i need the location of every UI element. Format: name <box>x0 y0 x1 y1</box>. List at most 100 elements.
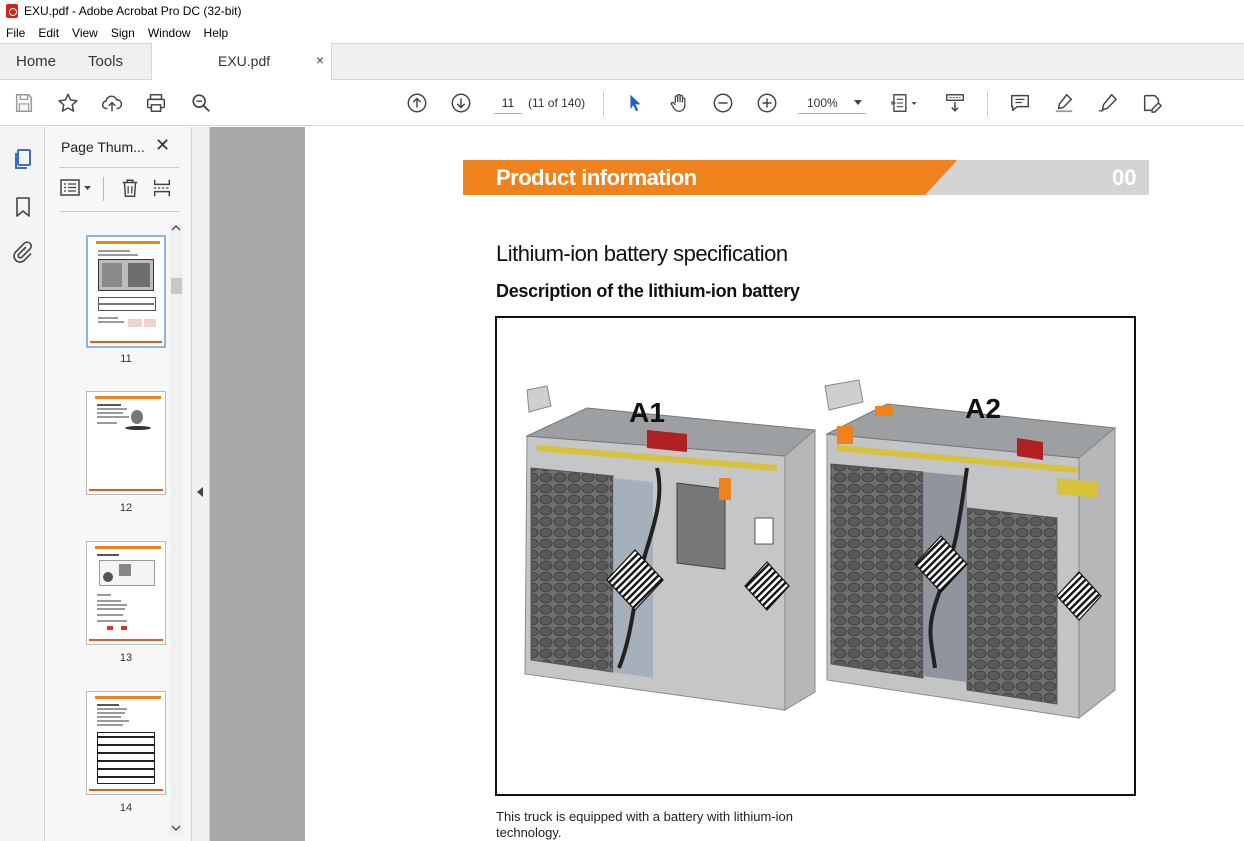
page-heading: Lithium-ion battery specification <box>496 241 788 266</box>
pdf-page: Product information 00 Lithium-ion batte… <box>305 127 1244 841</box>
zoom-in-button[interactable] <box>754 90 780 116</box>
bookmark-star-button[interactable] <box>55 90 81 116</box>
thumb-header-bar <box>95 396 161 399</box>
thumbnail-options-button[interactable] <box>59 177 99 201</box>
options-list-icon <box>60 179 91 196</box>
panel-divider <box>59 167 179 168</box>
connector-orange <box>837 426 853 444</box>
next-page-button[interactable] <box>448 90 474 116</box>
scrollbar-thumb[interactable] <box>171 278 182 294</box>
label-a2: A2 <box>965 393 1001 424</box>
thumb-footer-bar <box>89 639 163 641</box>
minus-circle-icon <box>713 93 733 113</box>
menu-view[interactable]: View <box>72 26 98 40</box>
thumb-mark <box>121 626 127 630</box>
hand-tool-button[interactable] <box>666 90 692 116</box>
toolbar-divider <box>603 91 604 117</box>
section-header-title: Product information <box>496 165 697 190</box>
hand-icon <box>670 93 686 112</box>
highlight-button[interactable] <box>1051 90 1077 116</box>
tab-home[interactable]: Home <box>16 44 56 80</box>
chevron-down-icon <box>854 100 862 105</box>
thumbnail-number: 13 <box>119 652 133 664</box>
panel-close-button[interactable]: ✕ <box>155 135 170 156</box>
previous-page-button[interactable] <box>404 90 430 116</box>
thumb-footer-bar <box>90 341 162 343</box>
tab-tools[interactable]: Tools <box>88 44 123 80</box>
copy-pages-icon <box>15 149 31 169</box>
menu-file[interactable]: File <box>6 26 25 40</box>
thumb-line <box>97 404 121 406</box>
fill-sign-button[interactable] <box>1095 90 1121 116</box>
thumb-line <box>97 704 119 706</box>
sign-pen-icon <box>1098 94 1117 112</box>
upload-button[interactable] <box>99 90 125 116</box>
print-button[interactable] <box>143 90 169 116</box>
battery-a2 <box>824 379 1117 720</box>
printer-icon <box>147 94 165 112</box>
comment-button[interactable] <box>1007 90 1033 116</box>
menu-sign[interactable]: Sign <box>111 26 135 40</box>
menu-window[interactable]: Window <box>148 26 191 40</box>
acrobat-pdf-icon <box>6 4 18 18</box>
attachments-nav-button[interactable] <box>11 240 35 264</box>
title-bar: EXU.pdf - Adobe Acrobat Pro DC (32-bit) <box>0 0 1244 22</box>
delete-pages-button[interactable] <box>119 177 143 201</box>
thumbnail-page-11[interactable] <box>86 235 166 348</box>
zoom-out-button[interactable] <box>710 90 736 116</box>
find-zoom-button[interactable] <box>188 90 214 116</box>
page-thumbnails-nav-button[interactable] <box>11 147 35 171</box>
thumb-line <box>97 614 123 616</box>
thumb-header-bar <box>95 546 161 549</box>
menu-edit[interactable]: Edit <box>38 26 59 40</box>
tab-document[interactable]: EXU.pdf × <box>151 43 332 81</box>
thumb-line <box>97 708 127 710</box>
page-number-input[interactable] <box>494 92 522 114</box>
page-display-button[interactable] <box>886 90 922 116</box>
connector-orange <box>719 478 731 500</box>
thumb-line <box>97 416 129 418</box>
arrow-up-circle-icon <box>407 93 427 113</box>
figure-caption: This truck is equipped with a battery wi… <box>496 809 793 840</box>
thumb-figure-base <box>125 426 151 430</box>
comment-icon <box>1011 94 1029 112</box>
scrolling-mode-button[interactable] <box>942 90 968 116</box>
thumbnail-page-12[interactable] <box>86 391 166 495</box>
collapse-arrow-icon <box>197 487 203 497</box>
battery-figure: A1 A2 <box>495 316 1136 796</box>
thumb-line <box>97 724 123 726</box>
label-a1: A1 <box>629 397 665 428</box>
insert-pages-button[interactable] <box>151 177 175 201</box>
lithium-battery-illustration: A1 A2 <box>524 379 1117 720</box>
thumbnail-scrollbar[interactable] <box>170 223 183 835</box>
select-tool-button[interactable] <box>622 90 648 116</box>
thumb-figure-part <box>128 263 150 287</box>
thumb-line <box>97 620 127 622</box>
page-thumbnails-panel: Page Thum... ✕ 11 12 13 14 <box>45 127 192 841</box>
tab-bar: Home Tools EXU.pdf × <box>0 43 1244 81</box>
highlighter-pen-icon <box>1055 94 1073 113</box>
panel-title: Page Thum... <box>61 139 145 155</box>
zoom-level-select[interactable]: 100% <box>798 92 866 114</box>
scroll-up-arrow-icon[interactable] <box>170 223 182 233</box>
save-button[interactable] <box>11 90 37 116</box>
bookmarks-nav-button[interactable] <box>11 195 35 219</box>
thumbnail-page-14[interactable] <box>86 691 166 795</box>
thumb-line <box>97 608 125 610</box>
tab-document-label: EXU.pdf <box>218 53 271 69</box>
thumb-footer-bar <box>89 489 163 491</box>
scroll-down-arrow-icon[interactable] <box>170 823 182 833</box>
menu-help[interactable]: Help <box>204 26 229 40</box>
window-title: EXU.pdf - Adobe Acrobat Pro DC (32-bit) <box>24 4 242 18</box>
navigation-rail <box>0 127 45 841</box>
document-viewport[interactable]: Product information 00 Lithium-ion batte… <box>210 127 1244 841</box>
tab-close-button[interactable]: × <box>316 52 324 68</box>
edit-document-icon <box>1143 94 1162 113</box>
thumb-line <box>97 412 123 414</box>
edit-pdf-button[interactable] <box>1139 90 1165 116</box>
scroll-down-icon <box>946 94 964 112</box>
thumb-table-rule <box>97 744 155 746</box>
panel-collapse-strip[interactable] <box>192 127 210 841</box>
thumbnail-page-13[interactable] <box>86 541 166 645</box>
thumb-line <box>98 317 118 319</box>
